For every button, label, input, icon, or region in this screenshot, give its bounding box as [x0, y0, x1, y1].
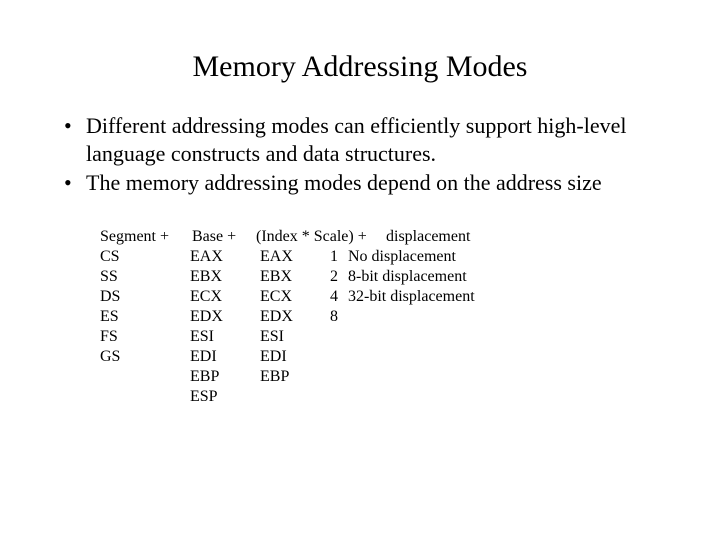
cell-scale: 2: [330, 267, 348, 287]
cell-displacement: 32-bit displacement: [348, 287, 475, 307]
cell-base: ESI: [190, 327, 260, 347]
cell-segment: DS: [100, 287, 190, 307]
bullet-list: Different addressing modes can efficient…: [60, 112, 660, 197]
cell-segment: ES: [100, 307, 190, 327]
table-header-row: Segment + Base + (Index * Scale) + displ…: [100, 227, 660, 247]
cell-base: ESP: [190, 387, 260, 407]
table-row: GSEDIEDI: [100, 347, 660, 367]
cell-base: ECX: [190, 287, 260, 307]
bullet-item: Different addressing modes can efficient…: [60, 112, 660, 167]
cell-index: ECX: [260, 287, 330, 307]
header-displacement: displacement: [386, 227, 470, 247]
table-row: EBPEBP: [100, 367, 660, 387]
header-index-scale: (Index * Scale) +: [256, 227, 382, 247]
cell-base: EDI: [190, 347, 260, 367]
table-row: DSECXECX432-bit displacement: [100, 287, 660, 307]
cell-index: EBP: [260, 367, 330, 387]
cell-segment: GS: [100, 347, 190, 367]
table-row: SSEBXEBX28-bit displacement: [100, 267, 660, 287]
cell-segment: CS: [100, 247, 190, 267]
cell-index: EDX: [260, 307, 330, 327]
cell-displacement: No displacement: [348, 247, 456, 267]
cell-index: EAX: [260, 247, 330, 267]
header-segment: Segment +: [100, 227, 188, 247]
table-row: CSEAXEAX1No displacement: [100, 247, 660, 267]
table-row: ESEDXEDX8: [100, 307, 660, 327]
cell-base: EAX: [190, 247, 260, 267]
cell-base: EBP: [190, 367, 260, 387]
cell-index: ESI: [260, 327, 330, 347]
cell-displacement: 8-bit displacement: [348, 267, 467, 287]
cell-segment: SS: [100, 267, 190, 287]
cell-index: EBX: [260, 267, 330, 287]
table-row: FSESIESI: [100, 327, 660, 347]
table-row: ESP: [100, 387, 660, 407]
cell-base: EBX: [190, 267, 260, 287]
addressing-table: Segment + Base + (Index * Scale) + displ…: [100, 227, 660, 407]
cell-scale: 4: [330, 287, 348, 307]
cell-base: EDX: [190, 307, 260, 327]
cell-segment: FS: [100, 327, 190, 347]
slide-title: Memory Addressing Modes: [60, 50, 660, 84]
cell-scale: 8: [330, 307, 348, 327]
cell-index: EDI: [260, 347, 330, 367]
cell-scale: 1: [330, 247, 348, 267]
bullet-item: The memory addressing modes depend on th…: [60, 169, 660, 197]
header-base: Base +: [192, 227, 252, 247]
